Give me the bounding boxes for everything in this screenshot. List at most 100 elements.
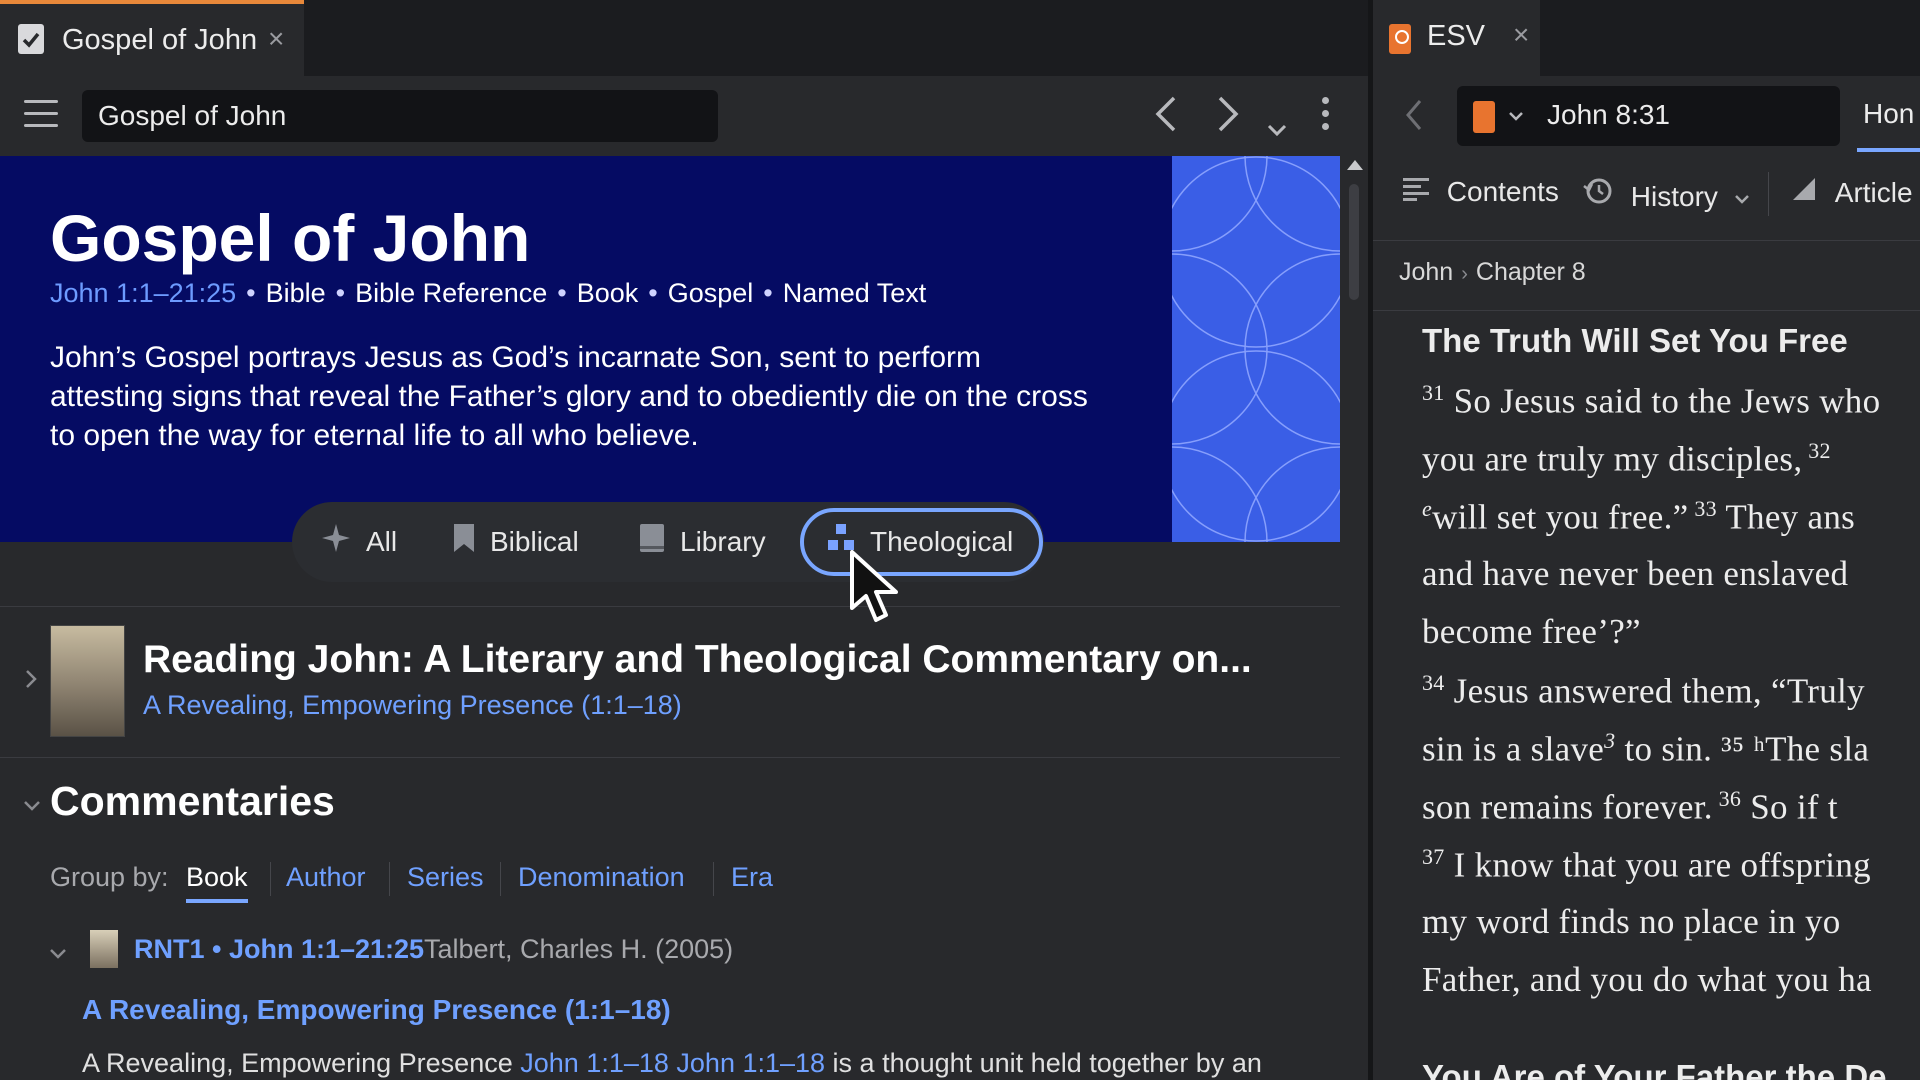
hamburger-menu-icon[interactable] xyxy=(24,100,58,130)
tab-esv[interactable]: ESV × xyxy=(1373,0,1540,76)
filter-biblical-label: Biblical xyxy=(490,526,579,557)
verse-text: Jesus answered them, “Truly xyxy=(1444,671,1865,711)
tag-label: Bible xyxy=(265,278,326,308)
close-icon[interactable]: × xyxy=(268,23,284,55)
group-book[interactable]: Book xyxy=(186,862,248,903)
scroll-up-arrow[interactable] xyxy=(1347,160,1363,170)
group-series[interactable]: Series xyxy=(407,862,484,893)
back-arrow-icon[interactable] xyxy=(1152,94,1180,141)
verse-line: ewill set you free.” 33 They ans xyxy=(1422,496,1855,538)
filter-all[interactable]: All xyxy=(320,508,397,576)
filter-biblical[interactable]: Biblical xyxy=(452,508,579,576)
snippet-ref-link[interactable]: John 1:1–18 xyxy=(520,1048,669,1078)
commentary-thumbnail[interactable] xyxy=(90,930,118,968)
verse-number[interactable]: 34 xyxy=(1422,670,1445,695)
scrollbar-thumb[interactable] xyxy=(1349,184,1359,300)
esv-book-icon xyxy=(1389,24,1411,54)
tag-label: Named Text xyxy=(782,278,927,308)
commentary-section-link[interactable]: A Revealing, Empowering Presence (1:1–18… xyxy=(82,994,671,1026)
filter-theological[interactable]: Theological xyxy=(800,508,1044,576)
chevron-down-icon[interactable] xyxy=(22,792,42,820)
book-cover-thumbnail[interactable] xyxy=(50,625,125,737)
chevron-down-icon[interactable] xyxy=(48,940,68,968)
tag-label: Book xyxy=(576,278,639,308)
verse-line: become free’?” xyxy=(1422,612,1641,652)
commentary-code-link[interactable]: RNT1 • John 1:1–21:25 xyxy=(134,934,424,965)
footnote-marker[interactable]: 3 xyxy=(1604,728,1615,753)
chevron-down-icon xyxy=(1734,181,1750,212)
verse-text: I know that you are offspring xyxy=(1444,845,1871,885)
verse-text: you are truly my disciples, xyxy=(1422,439,1803,479)
home-tab[interactable]: Hon xyxy=(1863,98,1914,130)
verse-text: They ans xyxy=(1716,497,1856,537)
contents-button[interactable]: Contents xyxy=(1403,176,1559,208)
chevron-down-icon[interactable] xyxy=(1507,110,1525,129)
section-title: Commentaries xyxy=(50,778,335,824)
commentary-snippet: A Revealing, Empowering Presence John 1:… xyxy=(82,1048,1262,1079)
forward-arrow-icon[interactable] xyxy=(1214,94,1242,141)
tab-title: Gospel of John xyxy=(62,24,258,56)
verse-number[interactable]: 37 xyxy=(1422,844,1445,869)
reference-link[interactable]: John 1:1–21:25 xyxy=(50,278,236,308)
verse-line: 37 I know that you are offspring xyxy=(1422,844,1871,886)
featured-title[interactable]: Reading John: A Literary and Theological… xyxy=(143,638,1252,682)
bookmark-icon xyxy=(452,522,476,562)
group-by-label: Group by: xyxy=(50,862,169,892)
article-label: Article xyxy=(1834,177,1913,208)
featured-subtitle-link[interactable]: A Revealing, Empowering Presence (1:1–18… xyxy=(143,690,682,721)
right-panel: ESV × John 8:31 Hon Contents History Art… xyxy=(1373,0,1920,1080)
divider xyxy=(1768,172,1769,216)
hero-pattern xyxy=(1172,156,1340,542)
verse-number[interactable]: 33 xyxy=(1689,496,1717,521)
group-author[interactable]: Author xyxy=(286,862,366,893)
close-icon[interactable]: × xyxy=(1513,19,1529,51)
right-address-bar: John 8:31 Hon xyxy=(1373,76,1920,156)
verse-number[interactable]: 36 xyxy=(1713,786,1741,811)
group-era[interactable]: Era xyxy=(731,862,773,893)
history-button[interactable]: History xyxy=(1583,176,1750,213)
hero-description: John’s Gospel portrays Jesus as God’s in… xyxy=(50,341,1088,452)
group-denomination[interactable]: Denomination xyxy=(518,862,685,893)
article-chart-icon xyxy=(1791,177,1825,208)
right-tab-bar: ESV × xyxy=(1373,0,1920,76)
verse-text: sin is a slave xyxy=(1422,729,1605,769)
address-field[interactable]: Gospel of John xyxy=(82,90,718,142)
left-panel: Gospel of John × Gospel of John Gospel o… xyxy=(0,0,1368,1080)
verse-text: son remains forever. xyxy=(1422,787,1713,827)
cursor-arrow-icon xyxy=(848,548,908,633)
breadcrumb: John › Chapter 8 xyxy=(1399,258,1586,286)
esv-book-icon xyxy=(1473,101,1495,133)
chevron-down-icon[interactable] xyxy=(1266,106,1288,146)
left-address-bar: Gospel of John xyxy=(0,76,1368,156)
filter-library[interactable]: Library xyxy=(638,508,766,576)
left-tab-bar: Gospel of John × xyxy=(0,0,1368,76)
home-tab-indicator xyxy=(1857,148,1920,152)
divider xyxy=(1373,310,1920,311)
chevron-right-icon[interactable] xyxy=(24,668,38,697)
filter-library-label: Library xyxy=(680,526,766,557)
book-icon xyxy=(638,522,666,562)
kebab-menu-icon[interactable] xyxy=(1322,97,1330,136)
snippet-ref-link[interactable]: John 1:1–18 xyxy=(676,1048,825,1078)
reference-field[interactable]: John 8:31 xyxy=(1457,86,1840,146)
footnote-marker[interactable]: e xyxy=(1422,496,1432,521)
breadcrumb-chapter[interactable]: Chapter 8 xyxy=(1476,258,1586,286)
breadcrumb-book[interactable]: John xyxy=(1399,258,1453,286)
back-arrow-icon[interactable] xyxy=(1403,98,1425,139)
snippet-text: is a thought unit held together by an xyxy=(825,1048,1262,1078)
verse-line: you are truly my disciples, 32 xyxy=(1422,438,1831,480)
verse-number[interactable]: 31 xyxy=(1422,380,1445,405)
tab-gospel-of-john[interactable]: Gospel of John × xyxy=(0,0,304,76)
verse-number[interactable]: 32 xyxy=(1802,438,1830,463)
contents-label: Contents xyxy=(1446,176,1559,207)
verse-text: become free’?” xyxy=(1422,612,1641,651)
verse-text: So if t xyxy=(1741,787,1838,827)
verse-text: Father, and you do what you ha xyxy=(1422,960,1872,999)
verse-line: my word finds no place in yo xyxy=(1422,902,1841,942)
sparkle-icon xyxy=(320,522,352,562)
divider xyxy=(1373,240,1920,241)
article-button[interactable]: Article xyxy=(1791,176,1913,209)
filter-all-label: All xyxy=(366,526,398,557)
verse-line: Father, and you do what you ha xyxy=(1422,960,1872,1000)
tag-label: Bible Reference xyxy=(355,278,548,308)
